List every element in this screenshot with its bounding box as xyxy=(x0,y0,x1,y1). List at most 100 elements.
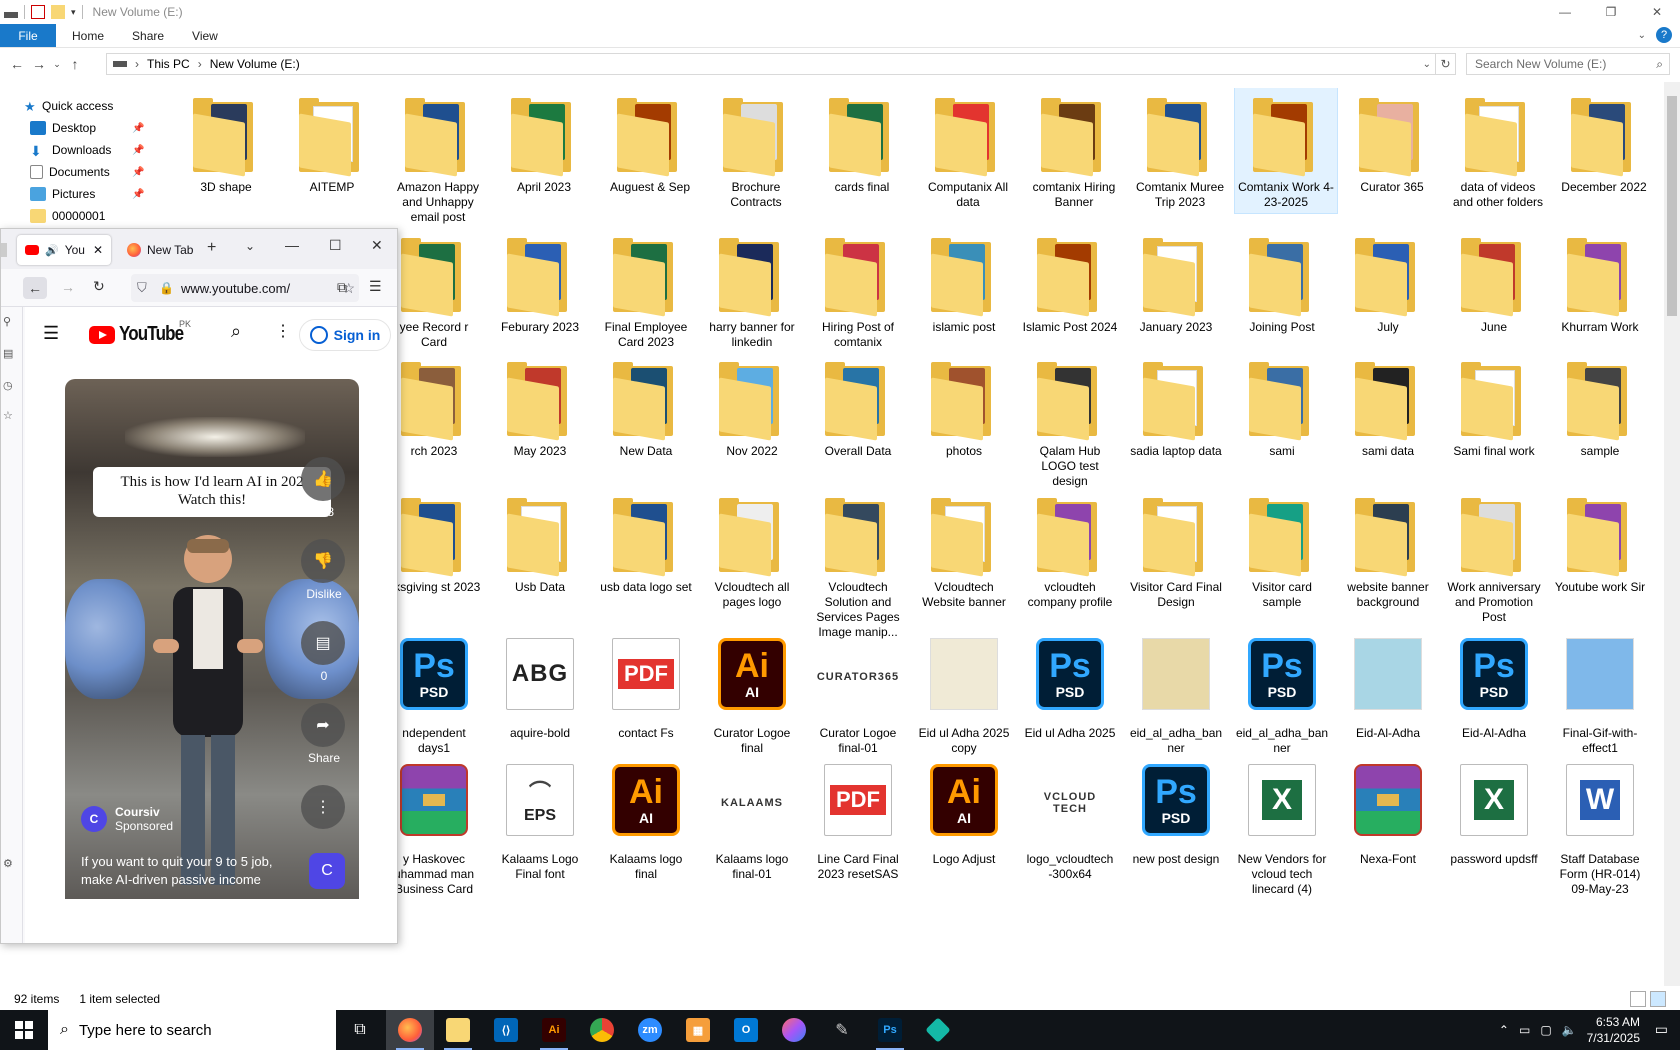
close-tab-icon[interactable]: ✕ xyxy=(93,243,103,257)
pin-icon[interactable]: 📌 xyxy=(132,189,144,200)
taskbar-illustrator-icon[interactable]: Ai xyxy=(530,1010,578,1050)
file-item[interactable]: Nexa-Font xyxy=(1338,760,1438,867)
file-item[interactable]: X New Vendors for vcloud tech linecard (4… xyxy=(1232,760,1332,897)
task-view-icon[interactable]: ⧉ xyxy=(336,1010,384,1050)
file-item[interactable]: Ai AI Logo Adjust xyxy=(914,760,1014,867)
shorts-video[interactable]: This is how I'd learn AI in 202 Watch th… xyxy=(65,379,359,899)
folder-item[interactable]: photos xyxy=(914,352,1014,459)
pin-icon[interactable]: 📌 xyxy=(132,145,144,156)
tab-home[interactable]: Home xyxy=(56,24,118,47)
extension-icon[interactable]: ⚲ xyxy=(3,315,11,328)
nav-documents[interactable]: Documents 📌 xyxy=(30,162,144,182)
breadcrumb-this-pc[interactable]: This PC xyxy=(147,57,190,71)
bookmarks-icon[interactable]: ☆ xyxy=(3,409,13,422)
windows-start-icon[interactable] xyxy=(0,1010,48,1050)
tab-share[interactable]: Share xyxy=(118,24,178,47)
drive-icon[interactable] xyxy=(4,12,18,18)
file-item[interactable]: VCLOUD TECH logo_vcloudtech -300x64 xyxy=(1020,760,1120,882)
folder-item[interactable]: sample xyxy=(1550,352,1650,459)
pin-icon[interactable]: 📌 xyxy=(132,167,144,178)
maximize-button[interactable]: ☐ xyxy=(329,237,342,254)
sign-in-button[interactable]: Sign in xyxy=(299,319,391,351)
taskbar-vscode-icon[interactable]: ⟨⟩ xyxy=(482,1010,530,1050)
folder-item[interactable]: usb data logo set xyxy=(596,488,696,595)
comments-button[interactable]: ▤ xyxy=(301,621,345,665)
speaker-icon[interactable]: 🔊 xyxy=(45,244,59,257)
recent-locations-button[interactable]: ⌄ xyxy=(50,59,64,70)
folder-item[interactable]: April 2023 xyxy=(494,88,594,195)
nav-desktop[interactable]: Desktop 📌 xyxy=(30,118,144,138)
nav-quick-access[interactable]: ★ Quick access xyxy=(24,96,113,116)
minimize-button[interactable]: — xyxy=(1542,0,1588,24)
channel-name[interactable]: Coursiv xyxy=(115,805,173,819)
url-bar[interactable]: ⛉ 🔒 www.youtube.com/ ☆ xyxy=(131,274,359,302)
folder-item[interactable]: Work anniversary and Promotion Post xyxy=(1444,488,1544,625)
folder-item[interactable]: website banner background xyxy=(1338,488,1438,610)
settings-icon[interactable]: ⚙ xyxy=(3,857,13,870)
file-item[interactable]: Ps PSD Eid ul Adha 2025 xyxy=(1020,634,1120,741)
file-item[interactable]: Eid-Al-Adha xyxy=(1338,634,1438,741)
taskbar-chrome-icon[interactable] xyxy=(578,1010,626,1050)
file-item[interactable]: PDF Line Card Final 2023 resetSAS xyxy=(808,760,908,882)
folder-item[interactable]: Vcloudtech all pages logo xyxy=(702,488,802,610)
folder-item[interactable]: cards final xyxy=(812,88,912,195)
folder-item[interactable]: sadia laptop data xyxy=(1126,352,1226,459)
search-input[interactable]: Search New Volume (E:) ⌕ xyxy=(1466,53,1670,75)
new-folder-icon[interactable] xyxy=(51,5,65,19)
address-bar[interactable]: › This PC › New Volume (E:) ⌄ xyxy=(106,53,1436,75)
file-item[interactable]: eid_al_adha_banner xyxy=(1126,634,1226,756)
expand-ribbon-icon[interactable]: ⌄ xyxy=(1638,30,1646,41)
minimize-button[interactable]: — xyxy=(285,237,299,253)
folder-item[interactable]: Hiring Post of comtanix xyxy=(808,228,908,350)
file-item[interactable]: Eid ul Adha 2025 copy xyxy=(914,634,1014,756)
file-item[interactable]: KALAAMS Kalaams logo final-01 xyxy=(702,760,802,882)
like-button[interactable]: 👍 xyxy=(301,457,345,501)
chevron-down-icon[interactable]: ⌄ xyxy=(1423,59,1431,70)
large-icons-view-button[interactable] xyxy=(1650,991,1666,1007)
folder-item[interactable]: islamic post xyxy=(914,228,1014,335)
folder-item[interactable]: December 2022 xyxy=(1554,88,1654,195)
maximize-button[interactable]: ❐ xyxy=(1588,0,1634,24)
folder-item[interactable]: Overall Data xyxy=(808,352,908,459)
nav-downloads[interactable]: ⬇ Downloads 📌 xyxy=(30,140,144,160)
search-icon[interactable]: ⌕ xyxy=(231,321,241,342)
share-button[interactable]: ➦ xyxy=(301,703,345,747)
folder-item[interactable]: Vcloudtech Website banner xyxy=(914,488,1014,610)
folder-item[interactable]: July xyxy=(1338,228,1438,335)
folder-item[interactable]: Comtanix Muree Trip 2023 xyxy=(1130,88,1230,210)
folder-item[interactable]: Visitor Card Final Design xyxy=(1126,488,1226,610)
back-button[interactable]: ← xyxy=(6,56,28,72)
taskbar-firefox-icon[interactable] xyxy=(386,1010,434,1050)
file-item[interactable]: y Haskovec uhammad man Business Card xyxy=(384,760,484,897)
taskbar-file-explorer-icon[interactable] xyxy=(434,1010,482,1050)
file-item[interactable]: PDF contact Fs xyxy=(596,634,696,741)
folder-item[interactable]: Auguest & Sep xyxy=(600,88,700,195)
folder-item[interactable]: Curator 365 xyxy=(1342,88,1442,195)
folder-item[interactable]: nksgiving st 2023 xyxy=(384,488,484,595)
network-icon[interactable]: ▭ xyxy=(1519,1023,1530,1037)
breadcrumb-current[interactable]: New Volume (E:) xyxy=(210,57,300,71)
nav-folder-00000001[interactable]: 00000001 xyxy=(30,206,105,226)
folder-item[interactable]: sami xyxy=(1232,352,1332,459)
reload-button[interactable]: ↻ xyxy=(93,278,105,295)
back-button[interactable]: ← xyxy=(23,277,47,299)
folder-item[interactable]: harry banner for linkedin xyxy=(702,228,802,350)
up-button[interactable]: ↑ xyxy=(64,56,86,72)
folder-item[interactable]: Computanix All data xyxy=(918,88,1018,210)
file-item[interactable]: ABG aquire-bold xyxy=(490,634,590,741)
list-tabs-icon[interactable]: ⌄ xyxy=(245,239,255,253)
taskbar-design-app-icon[interactable] xyxy=(770,1010,818,1050)
folder-item[interactable]: 3D shape xyxy=(176,88,276,195)
details-view-button[interactable] xyxy=(1630,991,1646,1007)
tab-new-tab[interactable]: New Tab xyxy=(119,235,209,265)
file-item[interactable]: Ps PSD ndependent days1 xyxy=(384,634,484,756)
close-button[interactable]: ✕ xyxy=(1634,0,1680,24)
close-button[interactable]: ✕ xyxy=(371,237,383,254)
properties-icon[interactable] xyxy=(31,5,45,19)
channel-info[interactable]: C Coursiv Sponsored xyxy=(81,805,173,833)
taskbar-app-icon[interactable] xyxy=(914,1010,962,1050)
file-item[interactable]: Final-Gif-with-effect1 xyxy=(1550,634,1650,756)
folder-item[interactable]: Vcloudtech Solution and Services Pages I… xyxy=(808,488,908,640)
help-icon[interactable]: ? xyxy=(1656,27,1672,43)
folder-item[interactable]: Brochure Contracts xyxy=(706,88,806,210)
